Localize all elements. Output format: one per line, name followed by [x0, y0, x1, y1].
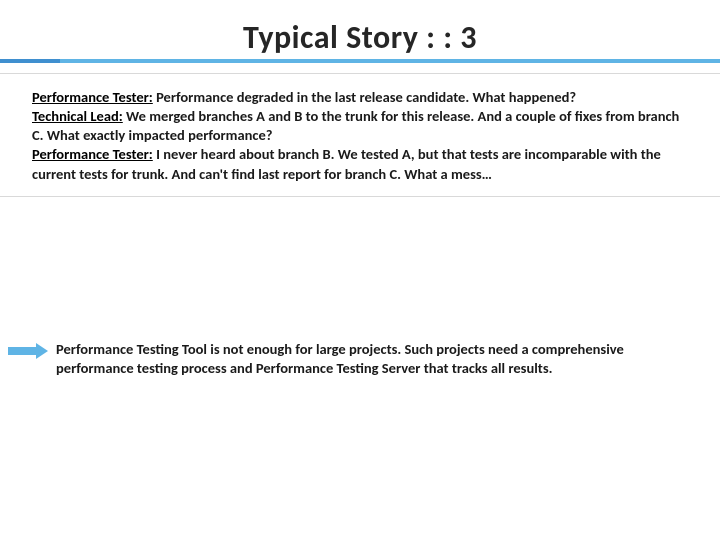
divider-bottom: [0, 196, 720, 197]
dialogue-block: Performance Tester: Performance degraded…: [0, 74, 720, 184]
title-underline: [0, 59, 720, 63]
dialogue-text: We merged branches A and B to the trunk …: [32, 107, 679, 144]
speaker-label: Technical Lead:: [32, 107, 123, 125]
conclusion-block: Performance Testing Tool is not enough f…: [0, 340, 720, 378]
title-area: Typical Story : : 3: [0, 0, 720, 57]
arrow-icon: [8, 344, 48, 358]
dialogue-text: Performance degraded in the last release…: [153, 88, 576, 106]
conclusion-text: Performance Testing Tool is not enough f…: [56, 340, 680, 378]
page-title: Typical Story : : 3: [0, 18, 720, 57]
speaker-label: Performance Tester:: [32, 145, 153, 163]
speaker-label: Performance Tester:: [32, 88, 153, 106]
